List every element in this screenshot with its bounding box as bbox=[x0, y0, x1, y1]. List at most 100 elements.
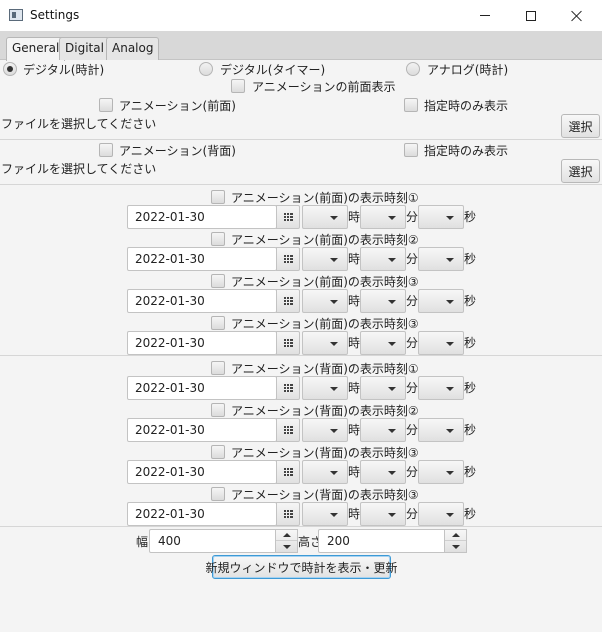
width-input[interactable]: 400 bbox=[149, 529, 276, 553]
minimize-icon bbox=[480, 15, 490, 16]
radio-analog-clock[interactable] bbox=[406, 62, 420, 76]
height-spinner[interactable] bbox=[445, 529, 467, 553]
minute-combobox[interactable] bbox=[360, 460, 406, 484]
hour-combobox[interactable] bbox=[302, 289, 348, 313]
back-select-button[interactable]: 選択 bbox=[561, 159, 600, 183]
minute-combobox[interactable] bbox=[360, 289, 406, 313]
second-combobox[interactable] bbox=[418, 460, 464, 484]
front-select-button[interactable]: 選択 bbox=[561, 114, 600, 138]
hour-combobox[interactable] bbox=[302, 418, 348, 442]
calendar-button[interactable] bbox=[276, 418, 300, 442]
date-input[interactable]: 2022-01-30 bbox=[127, 376, 277, 400]
calendar-button[interactable] bbox=[276, 289, 300, 313]
calendar-button[interactable] bbox=[276, 376, 300, 400]
time-entry-checkbox[interactable] bbox=[211, 316, 225, 330]
show-clock-button[interactable]: 新規ウィンドウで時計を表示・更新 bbox=[206, 555, 398, 579]
front-anim-checkbox[interactable] bbox=[99, 98, 113, 112]
date-input[interactable]: 2022-01-30 bbox=[127, 460, 277, 484]
time-entry-checkbox[interactable] bbox=[211, 232, 225, 246]
hour-combobox[interactable] bbox=[302, 331, 348, 355]
chevron-up-icon[interactable] bbox=[276, 530, 297, 541]
radio-digital-timer[interactable] bbox=[199, 62, 213, 76]
minimize-button[interactable] bbox=[462, 0, 508, 31]
time-entry-label: アニメーション(前面)の表示時刻③ bbox=[231, 317, 419, 331]
hour-combobox[interactable] bbox=[302, 247, 348, 271]
hour-unit-label: 時 bbox=[348, 381, 361, 395]
time-entry-checkbox[interactable] bbox=[211, 361, 225, 375]
minute-unit-label: 分 bbox=[406, 252, 419, 266]
hour-combobox[interactable] bbox=[302, 460, 348, 484]
width-spinner[interactable] bbox=[276, 529, 298, 553]
time-entry-checkbox[interactable] bbox=[211, 190, 225, 204]
second-combobox[interactable] bbox=[418, 502, 464, 526]
maximize-icon bbox=[526, 10, 536, 21]
calendar-button[interactable] bbox=[276, 331, 300, 355]
chevron-down-icon[interactable] bbox=[276, 541, 297, 552]
back-file-prompt: ファイルを選択してください bbox=[1, 162, 157, 176]
second-combobox[interactable] bbox=[418, 289, 464, 313]
tab-analog[interactable]: Analog bbox=[106, 37, 160, 60]
minute-combobox[interactable] bbox=[360, 331, 406, 355]
calendar-button[interactable] bbox=[276, 460, 300, 484]
minute-combobox[interactable] bbox=[360, 376, 406, 400]
minute-unit-label: 分 bbox=[406, 336, 419, 350]
time-entry-checkbox[interactable] bbox=[211, 403, 225, 417]
hour-unit-label: 時 bbox=[348, 423, 361, 437]
calendar-icon bbox=[283, 426, 293, 434]
minute-unit-label: 分 bbox=[406, 210, 419, 224]
minute-combobox[interactable] bbox=[360, 502, 406, 526]
second-combobox[interactable] bbox=[418, 376, 464, 400]
tab-general[interactable]: General bbox=[6, 37, 66, 61]
height-input[interactable]: 200 bbox=[318, 529, 445, 553]
second-combobox[interactable] bbox=[418, 331, 464, 355]
date-input[interactable]: 2022-01-30 bbox=[127, 502, 277, 526]
section-divider bbox=[0, 526, 602, 527]
calendar-button[interactable] bbox=[276, 247, 300, 271]
chevron-down-icon[interactable] bbox=[445, 541, 466, 552]
hour-combobox[interactable] bbox=[302, 376, 348, 400]
front-anim-label: アニメーション(前面) bbox=[119, 99, 236, 113]
hour-combobox[interactable] bbox=[302, 205, 348, 229]
calendar-icon bbox=[283, 468, 293, 476]
hour-unit-label: 時 bbox=[348, 294, 361, 308]
time-entry-label: アニメーション(背面)の表示時刻③ bbox=[231, 488, 419, 502]
maximize-button[interactable] bbox=[508, 0, 554, 31]
minute-unit-label: 分 bbox=[406, 465, 419, 479]
front-specified-only-label: 指定時のみ表示 bbox=[424, 99, 509, 113]
hour-combobox[interactable] bbox=[302, 502, 348, 526]
date-input[interactable]: 2022-01-30 bbox=[127, 331, 277, 355]
calendar-button[interactable] bbox=[276, 205, 300, 229]
calendar-button[interactable] bbox=[276, 502, 300, 526]
time-entry-checkbox[interactable] bbox=[211, 274, 225, 288]
calendar-icon bbox=[283, 339, 293, 347]
radio-digital-clock-label: デジタル(時計) bbox=[23, 63, 105, 77]
chevron-up-icon[interactable] bbox=[445, 530, 466, 541]
second-combobox[interactable] bbox=[418, 247, 464, 271]
minute-combobox[interactable] bbox=[360, 247, 406, 271]
date-input[interactable]: 2022-01-30 bbox=[127, 289, 277, 313]
front-specified-only-checkbox[interactable] bbox=[404, 98, 418, 112]
tab-digital[interactable]: Digital bbox=[59, 37, 110, 60]
close-button[interactable] bbox=[554, 0, 600, 31]
time-entry-checkbox[interactable] bbox=[211, 487, 225, 501]
date-input[interactable]: 2022-01-30 bbox=[127, 247, 277, 271]
date-input[interactable]: 2022-01-30 bbox=[127, 205, 277, 229]
back-specified-only-label: 指定時のみ表示 bbox=[424, 144, 509, 158]
second-combobox[interactable] bbox=[418, 205, 464, 229]
back-specified-only-checkbox[interactable] bbox=[404, 143, 418, 157]
second-combobox[interactable] bbox=[418, 418, 464, 442]
calendar-icon bbox=[283, 255, 293, 263]
date-input[interactable]: 2022-01-30 bbox=[127, 418, 277, 442]
hour-unit-label: 時 bbox=[348, 336, 361, 350]
second-unit-label: 秒 bbox=[464, 336, 477, 350]
front-display-checkbox[interactable] bbox=[231, 79, 245, 93]
window-title: Settings bbox=[30, 8, 80, 22]
radio-digital-clock[interactable] bbox=[3, 62, 17, 76]
section-divider bbox=[0, 355, 602, 356]
minute-combobox[interactable] bbox=[360, 205, 406, 229]
time-entry-checkbox[interactable] bbox=[211, 445, 225, 459]
minute-combobox[interactable] bbox=[360, 418, 406, 442]
calendar-icon bbox=[283, 297, 293, 305]
hour-unit-label: 時 bbox=[348, 252, 361, 266]
back-anim-checkbox[interactable] bbox=[99, 143, 113, 157]
